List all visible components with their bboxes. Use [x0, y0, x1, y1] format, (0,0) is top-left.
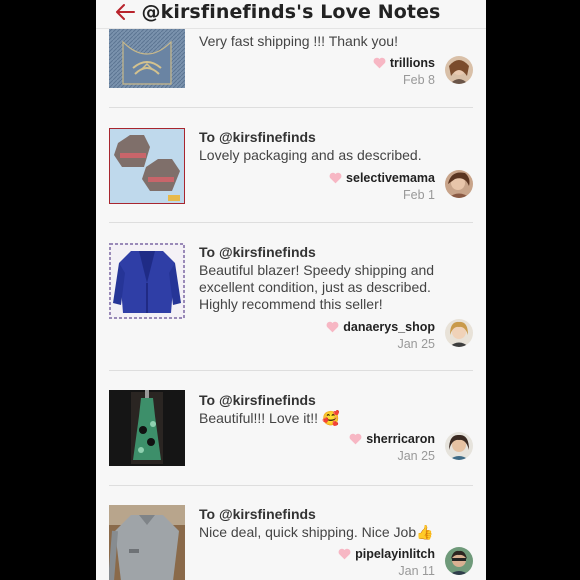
- note-recipient[interactable]: To @kirsfinefinds: [199, 506, 316, 522]
- note-recipient[interactable]: To @kirsfinefinds: [199, 129, 316, 145]
- note-date: Jan 25: [397, 449, 435, 463]
- love-notes-screen: Very fast shipping !!! Thank you! trilli…: [96, 0, 486, 580]
- note-message: Very fast shipping !!! Thank you!: [199, 33, 398, 49]
- sweater-photo[interactable]: [109, 128, 185, 204]
- note-username[interactable]: selectivemama: [346, 171, 435, 185]
- note-author[interactable]: sherricaron: [349, 432, 435, 446]
- note-date: Jan 11: [398, 564, 435, 578]
- note-message: Beautiful!!! Love it!! 🥰: [199, 410, 340, 426]
- avatar[interactable]: [445, 547, 473, 575]
- divider: [109, 107, 473, 108]
- note-username[interactable]: pipelayinlitch: [355, 547, 435, 561]
- note-username[interactable]: trillions: [390, 56, 435, 70]
- note-date: Jan 25: [397, 337, 435, 351]
- heart-icon: [373, 57, 386, 69]
- note-recipient[interactable]: To @kirsfinefinds: [199, 244, 316, 260]
- heart-icon: [338, 548, 351, 560]
- note-message: Beautiful blazer! Speedy shipping and ex…: [199, 262, 435, 312]
- note-author[interactable]: selectivemama: [329, 171, 435, 185]
- note-username[interactable]: sherricaron: [366, 432, 435, 446]
- avatar[interactable]: [445, 56, 473, 84]
- avatar[interactable]: [445, 170, 473, 198]
- note-author[interactable]: pipelayinlitch: [338, 547, 435, 561]
- divider: [109, 485, 473, 486]
- note-author[interactable]: danaerys_shop: [326, 320, 435, 334]
- gray-sweater-photo[interactable]: [109, 505, 185, 580]
- top-bar: @kirsfinefinds's Love Notes: [96, 0, 486, 29]
- note-author[interactable]: trillions: [373, 56, 435, 70]
- heart-icon: [329, 172, 342, 184]
- green-dress-photo[interactable]: [109, 390, 185, 466]
- avatar[interactable]: [445, 432, 473, 460]
- heart-icon: [349, 433, 362, 445]
- divider: [109, 370, 473, 371]
- avatar[interactable]: [445, 319, 473, 347]
- divider: [109, 222, 473, 223]
- note-date: Feb 8: [403, 73, 435, 87]
- blue-blazer-photo[interactable]: [109, 243, 185, 319]
- note-message: Lovely packaging and as described.: [199, 147, 422, 163]
- note-username[interactable]: danaerys_shop: [343, 320, 435, 334]
- note-recipient[interactable]: To @kirsfinefinds: [199, 392, 316, 408]
- note-message: Nice deal, quick shipping. Nice Job👍: [199, 524, 434, 540]
- note-date: Feb 1: [403, 188, 435, 202]
- page-title: @kirsfinefinds's Love Notes: [141, 1, 441, 23]
- heart-icon: [326, 321, 339, 333]
